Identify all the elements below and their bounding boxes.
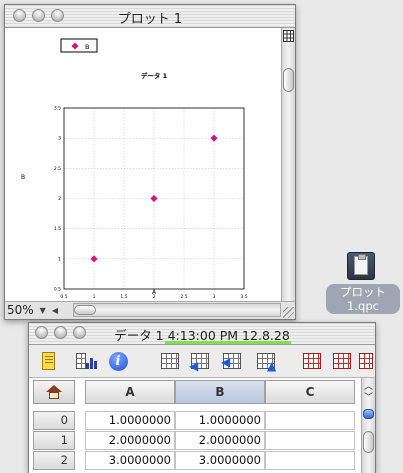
y-tick-label: 2 — [58, 196, 61, 202]
desktop-file[interactable]: プロット 1.qpc — [326, 252, 400, 314]
delete-row-icon[interactable] — [331, 350, 353, 372]
grid-icon[interactable] — [283, 30, 294, 42]
file-label-line2: 1.qpc — [347, 299, 379, 313]
data-titlebar[interactable]: データ 1 4:13:00 PM 12.8.28 — [29, 323, 375, 345]
data-point — [90, 255, 98, 263]
insert-row-icon[interactable]: ◀ — [221, 350, 243, 372]
y-tick-label: 2.5 — [54, 166, 61, 172]
table-cell[interactable]: 1.0000000 — [85, 411, 175, 430]
table-cell[interactable] — [265, 411, 355, 430]
x-tick-label: 1 — [93, 294, 96, 300]
chart-title: データ 1 — [141, 71, 168, 80]
table-cell[interactable]: 3.0000000 — [85, 451, 175, 470]
table-cell[interactable]: 2.0000000 — [175, 431, 265, 450]
info-icon[interactable]: i — [107, 350, 129, 372]
table-cell[interactable] — [265, 451, 355, 470]
resize-grip-icon[interactable] — [283, 307, 294, 318]
scatter-chart: B データ 1 0.5 1 1.5 2 2.5 3 3.50.511.522.533.5 A… — [21, 38, 248, 301]
home-icon — [46, 385, 62, 399]
plot-file-icon[interactable] — [347, 252, 375, 280]
plot-area: 0.5 1 1.5 2 2.5 3 3.50.511.522.533.5 — [54, 106, 248, 301]
legend-label: B — [85, 43, 89, 51]
plot-titlebar[interactable]: プロット 1 — [5, 5, 295, 28]
plot-vertical-scrollbar[interactable] — [281, 28, 295, 303]
scroll-down-icon[interactable]: ﹀ — [363, 393, 374, 403]
y-tick-label: 3 — [58, 136, 61, 142]
data-window: データ 1 4:13:00 PM 12.8.28 i ◀ ◀ ▲ A B C 0… — [28, 322, 376, 473]
legend-box — [60, 38, 98, 53]
row-header[interactable]: 2 — [33, 451, 75, 470]
column-header-b[interactable]: B — [175, 380, 265, 404]
statistics-icon[interactable] — [75, 350, 97, 372]
note-icon[interactable] — [37, 350, 59, 372]
table-cell[interactable] — [265, 431, 355, 450]
file-label-line1: プロット — [340, 285, 386, 299]
scroll-up-icon[interactable]: ︿ — [363, 382, 374, 392]
data-vertical-scrollbar[interactable]: ︿ ﹀ — [361, 378, 375, 473]
x-tick-label: 0.5 — [60, 294, 67, 300]
y-axis-label: B — [21, 174, 25, 181]
split-handle[interactable] — [363, 409, 374, 419]
scroll-thumb[interactable] — [74, 305, 96, 315]
scroll-thumb[interactable] — [363, 431, 374, 453]
x-tick-label: 3 — [213, 294, 216, 300]
insert-column-left-icon[interactable]: ◀ — [189, 350, 211, 372]
plot-bottom-bar: 50% ▼ ◀ — [5, 301, 295, 319]
table-properties-icon[interactable] — [355, 350, 377, 372]
table-cell[interactable]: 1.0000000 — [175, 411, 265, 430]
y-tick-label: 0.5 — [54, 287, 61, 293]
plot-canvas[interactable]: B データ 1 0.5 1 1.5 2 2.5 3 3.5 0.5 1 1.5 2 2.5 3 3.5 A… — [6, 28, 282, 303]
y-tick-label: 1.5 — [54, 226, 61, 232]
row-header[interactable]: 0 — [33, 411, 75, 430]
toolbar: i ◀ ◀ ▲ — [29, 345, 375, 378]
x-tick-label: 1.5 — [120, 294, 127, 300]
data-point — [150, 194, 158, 203]
table-cell[interactable]: 2.0000000 — [85, 431, 175, 450]
insert-row-below-icon[interactable]: ▲ — [255, 350, 277, 372]
delete-column-icon[interactable] — [301, 350, 323, 372]
spreadsheet: A B C 0 1.0000000 1.0000000 1 2.0000000 … — [29, 378, 361, 473]
x-tick-label: 2.5 — [180, 294, 187, 300]
insert-column-icon[interactable] — [159, 350, 181, 372]
column-header-a[interactable]: A — [85, 380, 175, 404]
zoom-select[interactable]: 50% ▼ ◀ — [7, 303, 69, 317]
plot-window: プロット 1 B データ 1 0.5 1 1.5 2 2.5 3 3.5 0.5 1 1.5 2 2.… — [4, 4, 296, 320]
plot-horizontal-scrollbar[interactable] — [73, 303, 281, 317]
zoom-value: 50% — [7, 303, 34, 317]
scroll-left-icon[interactable]: ◀ — [52, 306, 58, 315]
x-tick-label: 3.5 — [240, 294, 247, 300]
window-title: プロット 1 — [117, 12, 183, 27]
table-cell[interactable]: 3.0000000 — [175, 451, 265, 470]
data-point — [210, 134, 218, 142]
chevron-down-icon: ▼ — [39, 305, 46, 315]
legend: B — [60, 38, 98, 53]
y-tick-label: 1 — [58, 256, 61, 262]
column-header-c[interactable]: C — [265, 380, 355, 404]
x-axis-label: A — [152, 289, 157, 296]
home-button[interactable] — [33, 380, 75, 404]
title-highlight-bar — [165, 341, 291, 344]
y-tick-label: 3.5 — [54, 106, 61, 112]
file-label[interactable]: プロット 1.qpc — [326, 284, 400, 314]
scroll-thumb[interactable] — [283, 68, 294, 92]
row-header[interactable]: 1 — [33, 431, 75, 450]
